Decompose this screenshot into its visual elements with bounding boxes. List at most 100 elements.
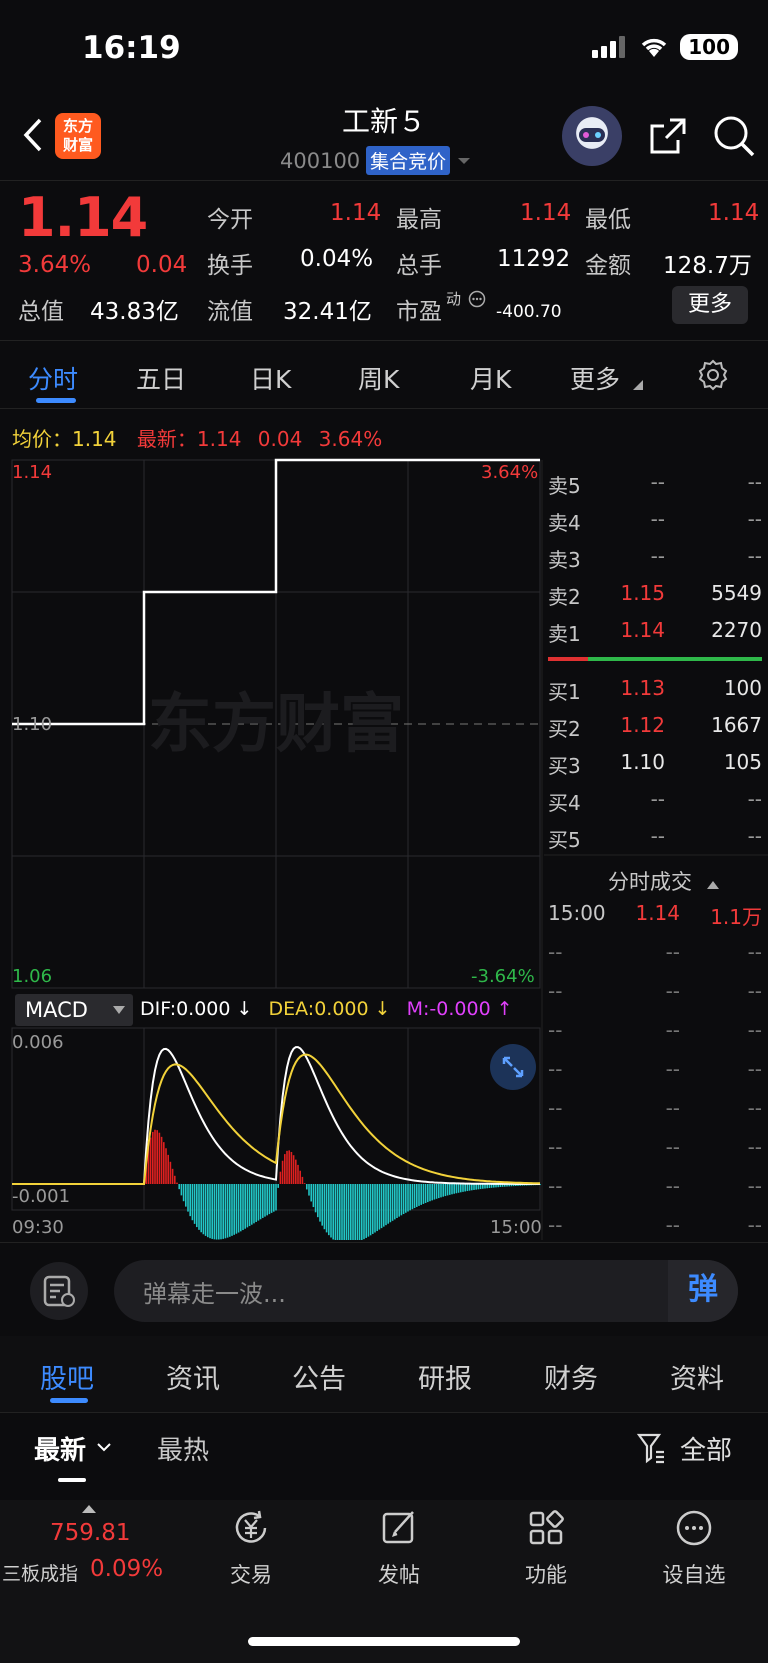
bid-row[interactable]: 买5 -- -- — [548, 824, 762, 853]
turnover-label: 换手 — [207, 253, 253, 279]
order-volume: -- — [747, 787, 762, 811]
y-tick-mid: 1.10 — [12, 714, 53, 735]
ask-row[interactable]: 卖4 -- -- — [548, 507, 762, 536]
bid-ask-ratio-bar-red — [548, 657, 588, 661]
tick-price: -- — [665, 1135, 680, 1159]
sort-hot[interactable]: 最热 — [157, 1430, 209, 1467]
ask-row[interactable]: 卖3 -- -- — [548, 544, 762, 573]
tick-row: -- -- -- — [548, 1096, 762, 1120]
tab-announcements[interactable]: 公告 — [292, 1357, 346, 1396]
change-pct: 3.64% — [18, 252, 92, 278]
tick-price: -- — [665, 1213, 680, 1237]
filter-icon[interactable] — [636, 1432, 666, 1464]
order-volume: -- — [747, 824, 762, 848]
tick-volume: -- — [747, 1018, 762, 1042]
y-tick-bottom: 1.06 — [12, 966, 53, 987]
tab-financials[interactable]: 财务 — [544, 1357, 598, 1396]
tick-trades-title[interactable]: 分时成交 — [608, 866, 719, 896]
pe-superscript: 动 — [446, 290, 462, 308]
order-price: -- — [650, 544, 665, 568]
tick-row: -- -- -- — [548, 979, 762, 1003]
more-quote-button[interactable]: 更多 — [672, 286, 748, 324]
float-cap-label: 流值 — [207, 299, 253, 325]
bid-row[interactable]: 买1 1.13 100 — [548, 676, 762, 705]
tick-volume: -- — [747, 1057, 762, 1081]
indicator-name: MACD — [25, 998, 88, 1022]
bid-row[interactable]: 买4 -- -- — [548, 787, 762, 816]
tick-time: -- — [548, 1057, 563, 1081]
sort-latest[interactable]: 最新 — [34, 1430, 86, 1467]
macd-tick-top: 0.006 — [12, 1032, 64, 1053]
volume-label: 总手 — [396, 253, 442, 279]
tick-volume: -- — [747, 1213, 762, 1237]
settings-gear-icon[interactable] — [696, 358, 730, 392]
search-icon[interactable] — [712, 114, 756, 158]
tab-daily-k[interactable]: 日K — [250, 360, 291, 396]
sort-up-icon — [706, 881, 719, 889]
tick-time: -- — [548, 1174, 563, 1198]
macd-m: M:-0.000 ↑ — [406, 998, 513, 1020]
tab-intraday[interactable]: 分时 — [28, 360, 78, 396]
bid-row[interactable]: 买3 1.10 105 — [548, 750, 762, 779]
nav-trade[interactable]: 交易 — [196, 1508, 306, 1589]
x-tick-start: 09:30 — [12, 1217, 64, 1238]
tick-volume: -- — [747, 1174, 762, 1198]
index-name[interactable]: 三板成指 — [2, 1559, 78, 1586]
barrage-send-button[interactable]: 弹 — [668, 1260, 738, 1322]
indicator-select[interactable]: MACD — [15, 994, 133, 1026]
stock-subtitle[interactable]: 400100 集合竞价 — [280, 146, 472, 175]
pe-label: 市盈 — [396, 299, 442, 325]
order-price: 1.13 — [620, 676, 665, 700]
expand-chart-button[interactable] — [490, 1044, 536, 1090]
nav-functions[interactable]: 功能 — [491, 1508, 601, 1589]
tick-row: -- -- -- — [548, 940, 762, 964]
ask-row[interactable]: 卖2 1.15 5549 — [548, 581, 762, 610]
tab-profile[interactable]: 资料 — [670, 1357, 724, 1396]
index-value[interactable]: 759.81 — [50, 1520, 130, 1546]
change-amount: 0.04 — [136, 252, 188, 278]
status-icons: 100 — [592, 34, 738, 60]
market-cap-label: 总值 — [18, 299, 64, 325]
tick-price: -- — [665, 940, 680, 964]
order-volume: 1667 — [711, 713, 762, 737]
tick-volume: -- — [747, 979, 762, 1003]
info-icon[interactable] — [468, 290, 486, 308]
tick-price: -- — [665, 1174, 680, 1198]
filter-all[interactable]: 全部 — [680, 1430, 732, 1467]
ask-row[interactable]: 卖1 1.14 2270 — [548, 618, 762, 647]
order-level-label: 买2 — [548, 717, 581, 741]
order-volume: 100 — [723, 676, 762, 700]
quote-divider — [0, 340, 768, 341]
status-time: 16:19 — [82, 30, 181, 66]
order-price: 1.10 — [620, 750, 665, 774]
tab-more[interactable]: 更多 — [570, 360, 620, 396]
pct-tick-bottom: -3.64% — [471, 966, 535, 987]
order-level-label: 买3 — [548, 754, 581, 778]
order-volume: 2270 — [711, 618, 762, 642]
tick-volume: -- — [747, 1135, 762, 1159]
turnover-value: 0.04% — [300, 246, 374, 272]
amount-label: 金额 — [585, 253, 631, 279]
order-level-label: 卖1 — [548, 622, 581, 646]
tab-news[interactable]: 资讯 — [166, 1357, 220, 1396]
tab-guba[interactable]: 股吧 — [40, 1357, 94, 1396]
tab-five-day[interactable]: 五日 — [136, 360, 186, 396]
tick-price: -- — [665, 979, 680, 1003]
bid-row[interactable]: 买2 1.12 1667 — [548, 713, 762, 742]
tab-underline — [36, 398, 76, 403]
market-cap-value: 43.83亿 — [90, 299, 179, 325]
content-tab-underline — [50, 1398, 88, 1403]
nav-add-watchlist[interactable]: 设自选 — [639, 1508, 749, 1589]
nav-post[interactable]: 发帖 — [344, 1508, 454, 1589]
tick-price: 1.14 — [635, 901, 680, 925]
ask-row[interactable]: 卖5 -- -- — [548, 470, 762, 499]
share-icon[interactable] — [648, 116, 688, 156]
tab-research[interactable]: 研报 — [418, 1357, 472, 1396]
index-pct[interactable]: 0.09% — [90, 1556, 163, 1582]
barrage-toggle-button[interactable] — [30, 1262, 88, 1320]
tab-weekly-k[interactable]: 周K — [358, 360, 399, 396]
sort-underline — [58, 1478, 86, 1482]
tick-price: -- — [665, 1096, 680, 1120]
tab-monthly-k[interactable]: 月K — [470, 360, 511, 396]
assistant-avatar-icon[interactable] — [562, 106, 622, 166]
